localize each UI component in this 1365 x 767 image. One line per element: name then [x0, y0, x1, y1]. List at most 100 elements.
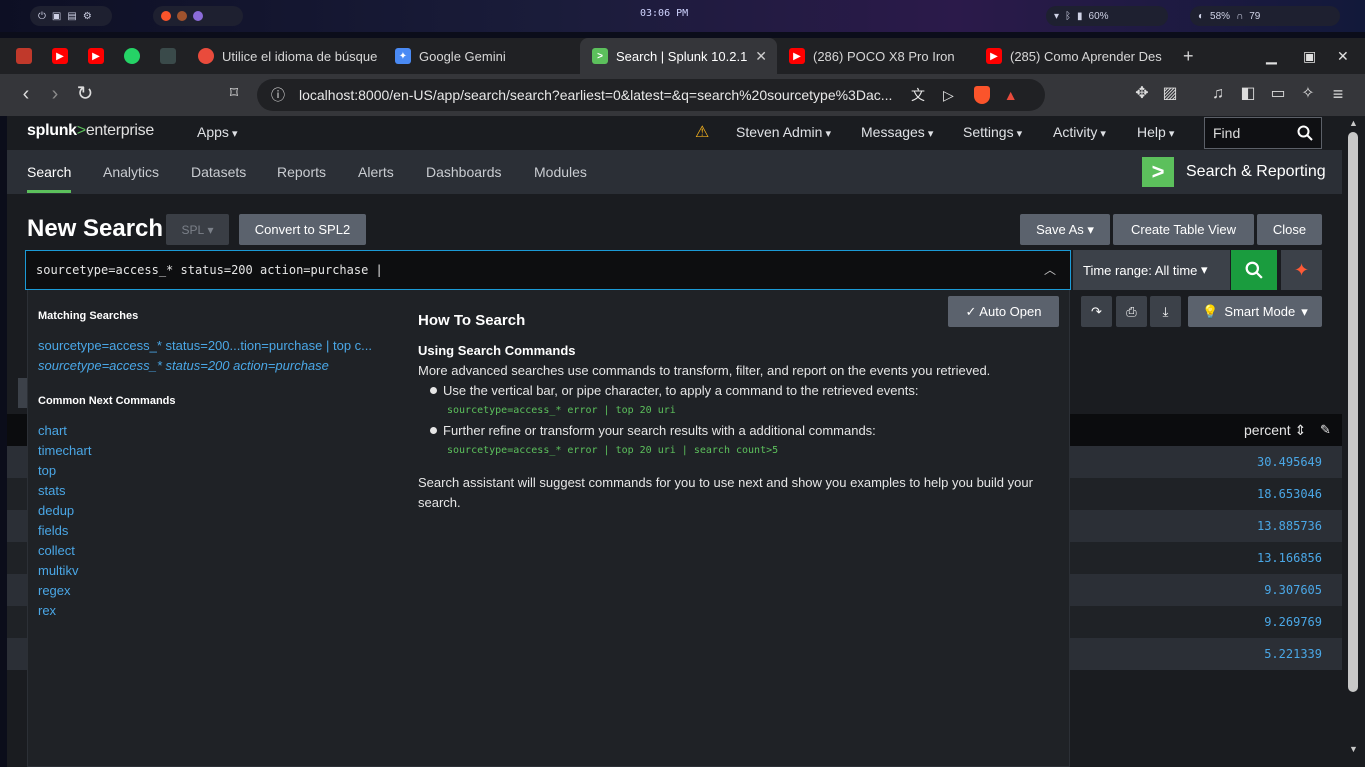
close-tab-icon[interactable]: ✕ — [755, 48, 767, 65]
os-status-pill[interactable]: ▾ ᛒ ▮ 60% — [1046, 6, 1168, 26]
command-link[interactable]: chart — [38, 423, 67, 438]
logo-sub: enterprise — [85, 122, 154, 139]
tab-splunk-search[interactable]: > Search | Splunk 10.2.1 ✕ — [580, 38, 777, 74]
collapse-chevron-icon[interactable]: ︿ — [1044, 261, 1056, 278]
sidebar-icon[interactable]: ◧ — [1236, 83, 1260, 107]
user-menu[interactable]: Steven Admin — [736, 124, 831, 140]
scroll-down-icon[interactable]: ▼ — [1349, 744, 1358, 754]
pinned-tab[interactable] — [150, 38, 186, 74]
activity-menu[interactable]: Activity — [1053, 124, 1106, 140]
command-link[interactable]: top — [38, 463, 56, 478]
tab-youtube-aprender[interactable]: ▶ (285) Como Aprender Des — [974, 38, 1171, 74]
using-commands-heading: Using Search Commands — [418, 343, 576, 358]
page-scrollbar[interactable]: ▲ ▼ — [1342, 116, 1365, 767]
percent-cell[interactable]: 30.495649 — [1257, 455, 1322, 469]
query-text[interactable]: sourcetype=access_* status=200 action=pu… — [36, 263, 383, 277]
percent-cell[interactable]: 9.307605 — [1264, 583, 1322, 597]
save-as-button[interactable]: Save As ▾ — [1020, 214, 1110, 245]
tab-youtube-poco[interactable]: ▶ (286) POCO X8 Pro Iron — [777, 38, 974, 74]
command-link[interactable]: stats — [38, 483, 65, 498]
reload-button[interactable]: ↻ — [73, 83, 97, 107]
nav-modules[interactable]: Modules — [534, 164, 587, 180]
os-device-pill[interactable]: ◐ 58% ∩ 79 — [1190, 6, 1340, 26]
brave-shields-icon[interactable] — [973, 86, 990, 104]
nav-search[interactable]: Search — [27, 164, 72, 193]
command-link[interactable]: dedup — [38, 503, 74, 518]
column-header-percent[interactable]: percent ⇕ — [1244, 422, 1306, 439]
run-search-button[interactable] — [1231, 250, 1277, 290]
help-menu[interactable]: Help — [1137, 124, 1174, 140]
nav-analytics[interactable]: Analytics — [103, 164, 159, 180]
edit-icon[interactable]: ✎ — [1320, 422, 1331, 438]
menu-icon[interactable]: ≡ — [1326, 83, 1350, 107]
splunk-logo[interactable]: splunk>enterprise — [27, 122, 154, 140]
scroll-up-icon[interactable]: ▲ — [1349, 118, 1358, 128]
brave-rewards-icon[interactable]: ▲ — [1004, 87, 1018, 103]
os-launcher-pill[interactable]: ⏻ ▣ ▤ ⚙ — [30, 6, 112, 26]
extensions-icon[interactable]: ✥ — [1130, 83, 1154, 107]
os-dock-pill[interactable] — [153, 6, 243, 26]
command-link[interactable]: fields — [38, 523, 68, 538]
search-query-input[interactable]: sourcetype=access_* status=200 action=pu… — [25, 250, 1071, 290]
percent-cell[interactable]: 18.653046 — [1257, 487, 1322, 501]
browser-tab-bar: ▶ ▶ Utilice el idioma de búsque ✦ Google… — [0, 38, 1365, 74]
print-button[interactable]: ⎙ — [1116, 296, 1147, 327]
splunk-app: splunk>enterprise Apps ⚠ Steven Admin Me… — [7, 116, 1342, 767]
new-tab-button[interactable]: + — [1171, 38, 1201, 74]
spl-dropdown[interactable]: SPL ▾ — [166, 214, 229, 245]
screenshot-icon[interactable]: ▨ — [1158, 83, 1182, 107]
back-button[interactable]: ‹ — [14, 83, 38, 107]
scrollbar-thumb[interactable] — [1348, 132, 1358, 692]
warning-icon[interactable]: ⚠ — [695, 122, 709, 142]
auto-open-button[interactable]: ✓ Auto Open — [948, 296, 1059, 327]
command-link[interactable]: regex — [38, 583, 71, 598]
pinned-tab-youtube[interactable]: ▶ — [42, 38, 78, 74]
wallet-icon[interactable]: ▭ — [1266, 83, 1290, 107]
address-bar[interactable]: ⓘ localhost:8000/en-US/app/search/search… — [257, 79, 1045, 111]
ai-assistant-button[interactable]: ✦ — [1281, 250, 1322, 290]
nav-alerts[interactable]: Alerts — [358, 164, 394, 180]
minimize-button[interactable]: ▁ — [1266, 38, 1277, 74]
convert-spl2-button[interactable]: Convert to SPL2 — [239, 214, 366, 245]
send-icon[interactable]: ▷ — [943, 87, 954, 104]
percent-cell[interactable]: 13.885736 — [1257, 519, 1322, 533]
close-button[interactable]: Close — [1257, 214, 1322, 245]
messages-menu[interactable]: Messages — [861, 124, 933, 140]
create-table-view-button[interactable]: Create Table View — [1113, 214, 1254, 245]
export-button[interactable]: ⤓ — [1150, 296, 1181, 327]
time-range-picker[interactable]: Time range: All time ▾ — [1073, 250, 1230, 290]
forward-button[interactable]: › — [43, 83, 67, 107]
translate-icon[interactable]: 文 — [911, 85, 925, 105]
command-link[interactable]: multikv — [38, 563, 78, 578]
url-text[interactable]: localhost:8000/en-US/app/search/search?e… — [299, 87, 899, 103]
find-input[interactable]: Find — [1204, 117, 1322, 149]
percent-cell[interactable]: 13.166856 — [1257, 551, 1322, 565]
pinned-tab-whatsapp[interactable] — [114, 38, 150, 74]
tab-utilice[interactable]: Utilice el idioma de búsque — [186, 38, 383, 74]
pinned-tab-youtube[interactable]: ▶ — [78, 38, 114, 74]
percent-cell[interactable]: 9.269769 — [1264, 615, 1322, 629]
share-button[interactable]: ↷ — [1081, 296, 1112, 327]
command-link[interactable]: timechart — [38, 443, 91, 458]
matching-search-item[interactable]: sourcetype=access_* status=200...tion=pu… — [38, 338, 393, 353]
matching-search-item[interactable]: sourcetype=access_* status=200 action=pu… — [38, 358, 393, 373]
device-battery-icon: ◐ — [1198, 10, 1205, 22]
media-icon[interactable]: ♫ — [1206, 83, 1230, 107]
nav-dashboards[interactable]: Dashboards — [426, 164, 502, 180]
pinned-tab[interactable] — [6, 38, 42, 74]
maximize-button[interactable]: ▣ — [1303, 38, 1316, 74]
percent-cell[interactable]: 5.221339 — [1264, 647, 1322, 661]
apps-menu[interactable]: Apps — [197, 124, 238, 140]
tab-gemini[interactable]: ✦ Google Gemini — [383, 38, 580, 74]
settings-menu[interactable]: Settings — [963, 124, 1022, 140]
site-info-icon[interactable]: ⓘ — [271, 85, 285, 105]
search-icon[interactable] — [1297, 125, 1313, 141]
close-window-button[interactable]: ✕ — [1337, 38, 1349, 74]
nav-reports[interactable]: Reports — [277, 164, 326, 180]
command-link[interactable]: collect — [38, 543, 75, 558]
command-link[interactable]: rex — [38, 603, 56, 618]
search-mode-dropdown[interactable]: 💡 Smart Mode ▾ — [1188, 296, 1322, 327]
nav-datasets[interactable]: Datasets — [191, 164, 246, 180]
leo-ai-icon[interactable]: ✧ — [1296, 83, 1320, 107]
bookmark-icon[interactable]: ⌑ — [222, 83, 246, 107]
